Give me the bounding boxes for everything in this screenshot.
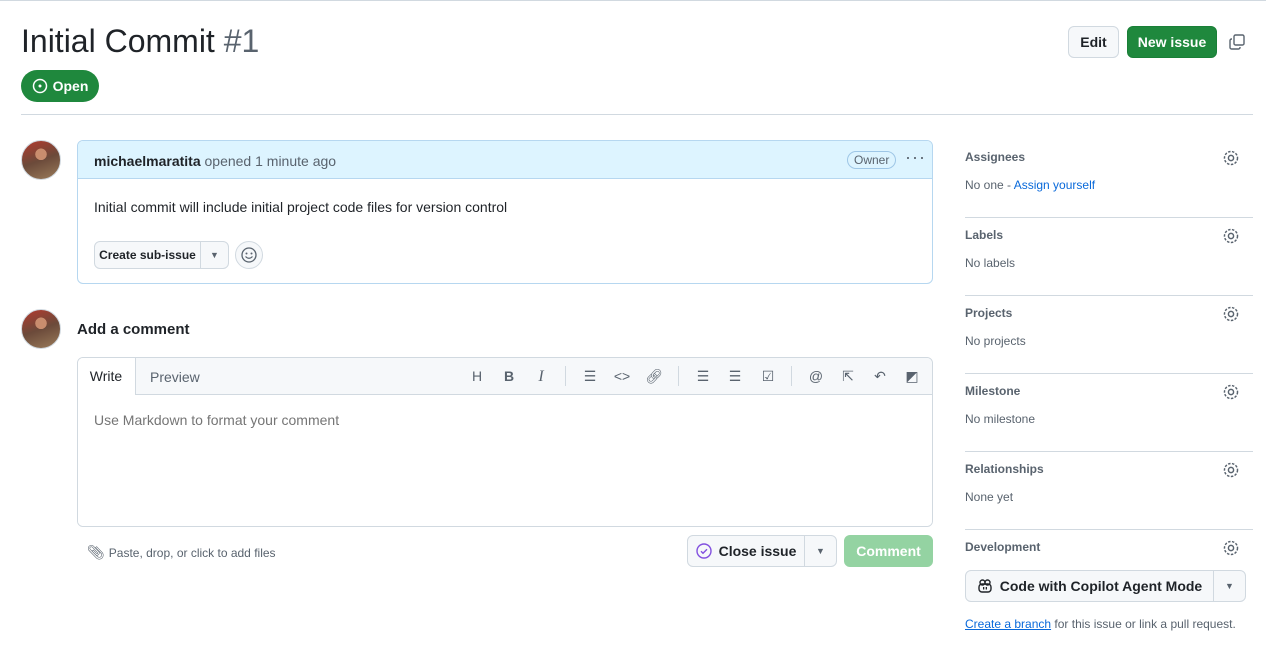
link-icon[interactable]: 🔗︎ [645, 368, 663, 386]
close-options-chevron-icon[interactable]: ▼ [805, 536, 836, 566]
comment-editor: Write Preview H B I ☰ <> 🔗︎ ☰ ☰ ☑ @ ⇱ ↶ … [77, 357, 933, 527]
code-icon[interactable]: <> [613, 368, 631, 386]
add-reaction-icon[interactable] [235, 241, 263, 269]
tab-write[interactable]: Write [78, 358, 136, 395]
comment-timestamp[interactable]: opened 1 minute ago [205, 153, 337, 169]
check-circle-icon [695, 543, 712, 559]
assign-yourself-link[interactable]: Assign yourself [1014, 178, 1095, 192]
gear-icon[interactable] [1222, 149, 1240, 167]
copilot-icon [978, 579, 992, 593]
edit-button[interactable]: Edit [1068, 26, 1119, 58]
add-comment-heading: Add a comment [77, 321, 190, 338]
sidebar-milestone: Milestone No milestone [965, 374, 1253, 452]
close-issue-button[interactable]: Close issue [688, 536, 805, 566]
comment-button[interactable]: Comment [844, 535, 933, 567]
header-divider [21, 114, 1253, 115]
page-title: Initial Commit #1 [21, 23, 259, 60]
comment-header: michaelmaratita opened 1 minute ago Owne… [78, 141, 932, 179]
create-branch-link[interactable]: Create a branch [965, 617, 1051, 631]
editor-toolbar: Write Preview H B I ☰ <> 🔗︎ ☰ ☰ ☑ @ ⇱ ↶ … [78, 358, 932, 395]
issue-comment: michaelmaratita opened 1 minute ago Owne… [77, 140, 933, 284]
mention-icon[interactable]: @ [807, 368, 825, 386]
gear-icon[interactable] [1222, 461, 1240, 479]
close-issue-button-group: Close issue ▼ [687, 535, 837, 567]
task-list-icon[interactable]: ☑ [759, 368, 777, 386]
gear-icon[interactable] [1222, 227, 1240, 245]
new-issue-button[interactable]: New issue [1127, 26, 1217, 58]
comment-body: Initial commit will include initial proj… [94, 199, 508, 215]
italic-icon[interactable]: I [532, 368, 550, 386]
chevron-down-icon[interactable]: ▼ [201, 242, 228, 268]
copilot-options-chevron-icon[interactable]: ▼ [1214, 571, 1245, 601]
sidebar-projects: Projects No projects [965, 296, 1253, 374]
owner-badge: Owner [847, 151, 897, 169]
create-sub-issue-button[interactable]: Create sub-issue ▼ [94, 241, 229, 269]
reply-icon[interactable]: ↶ [871, 368, 889, 386]
status-badge: Open [21, 70, 99, 102]
ordered-list-icon[interactable]: ☰ [726, 368, 744, 386]
current-user-avatar[interactable] [21, 309, 61, 349]
gear-icon[interactable] [1222, 539, 1240, 557]
quote-icon[interactable]: ☰ [581, 368, 599, 386]
issue-opened-icon [32, 78, 47, 94]
gear-icon[interactable] [1222, 383, 1240, 401]
issue-title: Initial Commit [21, 23, 215, 59]
sidebar-assignees: Assignees No one - Assign yourself [965, 140, 1253, 218]
code-with-copilot-button[interactable]: Code with Copilot Agent Mode [966, 571, 1214, 601]
avatar[interactable] [21, 140, 61, 180]
more-options-icon[interactable]: ··· [905, 147, 926, 168]
sidebar-development: Development Code with Copilot Agent Mode… [965, 530, 1253, 640]
attach-files[interactable]: 📎︎ Paste, drop, or click to add files [87, 544, 276, 561]
author-link[interactable]: michaelmaratita [94, 153, 201, 169]
heading-icon[interactable]: H [468, 368, 486, 386]
issue-number: #1 [223, 23, 260, 59]
sidebar-labels: Labels No labels [965, 218, 1253, 296]
slash-commands-icon[interactable]: ◩ [903, 368, 921, 386]
tab-preview[interactable]: Preview [150, 369, 200, 385]
gear-icon[interactable] [1222, 305, 1240, 323]
sidebar-relationships: Relationships None yet [965, 452, 1253, 530]
paperclip-icon: 📎︎ [87, 544, 105, 560]
reference-icon[interactable]: ⇱ [839, 368, 857, 386]
bold-icon[interactable]: B [500, 368, 518, 386]
copilot-button-group: Code with Copilot Agent Mode ▼ [965, 570, 1246, 602]
comment-input[interactable] [78, 395, 932, 526]
unordered-list-icon[interactable]: ☰ [694, 368, 712, 386]
copy-icon[interactable] [1229, 34, 1245, 50]
